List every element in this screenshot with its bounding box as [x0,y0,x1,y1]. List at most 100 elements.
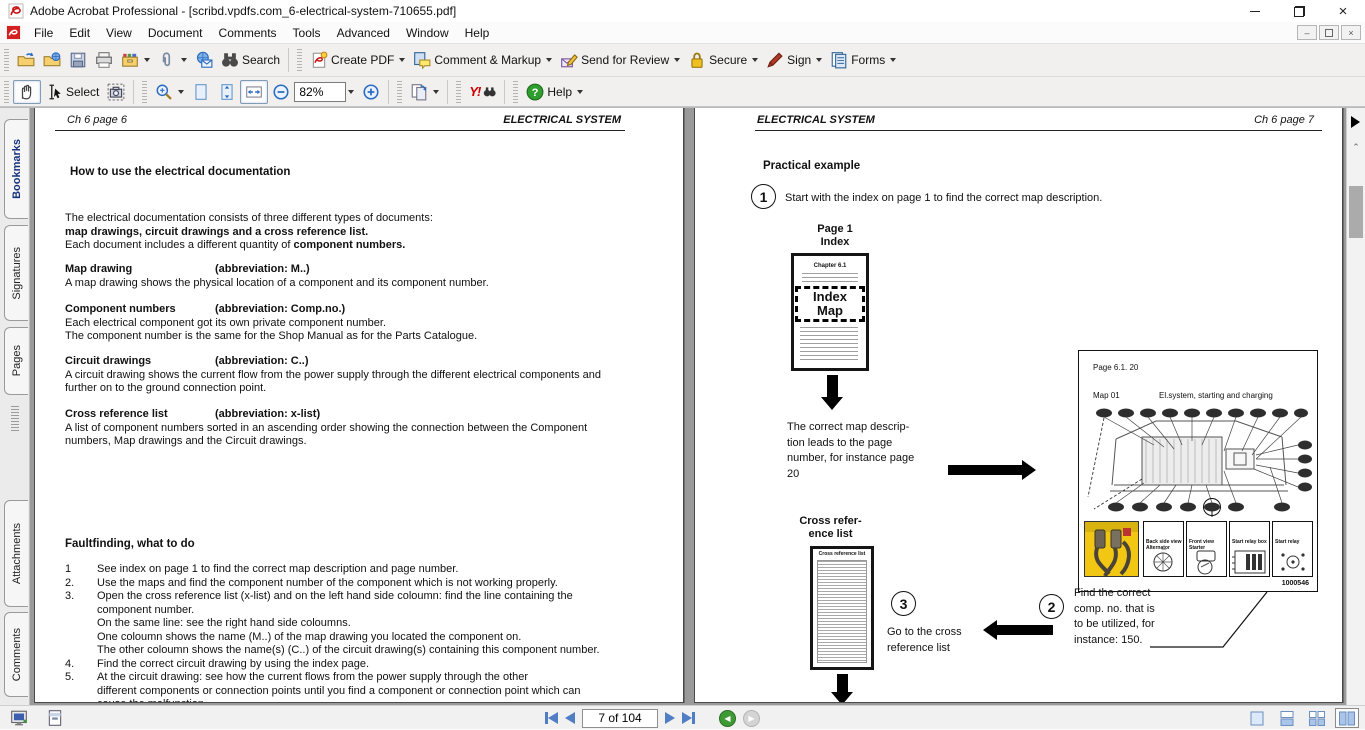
sign-button[interactable]: Sign [762,49,826,71]
component-photo [1084,521,1139,577]
figure-number: 1000546 [1282,580,1309,587]
first-page-button[interactable] [545,712,558,724]
help-button[interactable]: ?Help [522,81,587,103]
magnifier-plus-icon [155,83,173,101]
forms-label: Forms [851,53,885,67]
scrollbar-thumb[interactable] [1349,186,1363,238]
toolbar-grip[interactable] [456,81,461,103]
printer-icon [95,51,113,69]
tab-signatures[interactable]: Signatures [4,225,28,321]
toolbar-grip[interactable] [513,81,518,103]
menu-view[interactable]: View [98,23,140,43]
zoom-in-button[interactable] [358,81,384,103]
reading-mode-icon[interactable] [10,709,28,727]
status-bar: ◀ ▶ [0,705,1365,729]
menu-edit[interactable]: Edit [61,23,98,43]
hand-tool-button[interactable] [13,80,41,104]
yahoo-search-button[interactable]: Y! [465,82,500,101]
single-page-layout-button[interactable] [1245,708,1269,728]
toolbar-grip[interactable] [297,49,302,71]
index-thumb-label: Page 1 Index [790,223,880,249]
fit-page-button[interactable] [188,81,214,103]
vertical-scrollbar[interactable]: ⌃ [1346,108,1365,705]
facing-layout-button[interactable] [1335,708,1359,728]
file-toolbar: Search Create PDF Comment & Markup Send … [0,44,1365,77]
menu-document[interactable]: Document [140,23,211,43]
restore-button[interactable] [1277,0,1321,22]
print-button[interactable] [91,49,117,71]
camera-icon [107,83,125,101]
faultfinding-title: Faultfinding, what to do [65,538,195,550]
attach-button[interactable] [154,49,191,71]
open-button[interactable] [13,49,39,71]
tab-attachments[interactable]: Attachments [4,500,28,607]
document-area[interactable]: Ch 6 page 6 ELECTRICAL SYSTEM How to use… [30,108,1346,705]
minimize-button[interactable] [1233,0,1277,22]
select-tool-button[interactable]: Select [41,81,103,103]
open-web-button[interactable] [39,49,65,71]
tab-comments-label: Comments [11,628,23,681]
menu-help[interactable]: Help [457,23,498,43]
save-button[interactable] [65,49,91,71]
dropdown-arrow-icon [890,58,896,62]
forms-button[interactable]: Forms [826,49,900,71]
next-page-button[interactable] [665,712,675,724]
previous-view-button[interactable]: ◀ [719,710,736,727]
dropdown-arrow-icon [546,58,552,62]
organizer-button[interactable] [117,49,154,71]
header-rule [755,130,1322,131]
lock-icon [688,51,706,69]
send-for-review-button[interactable]: Send for Review [556,49,684,71]
tab-pages[interactable]: Pages [4,327,28,395]
toolbar-grip[interactable] [397,81,402,103]
next-view-button[interactable]: ▶ [743,710,760,727]
toolbar-grip[interactable] [4,49,9,71]
close-button[interactable]: × [1321,0,1365,22]
comment-markup-button[interactable]: Comment & Markup [409,49,556,71]
continuous-facing-layout-button[interactable] [1305,708,1329,728]
zoom-dropdown-arrow-icon[interactable] [348,90,354,94]
toolbar-grip[interactable] [4,81,9,103]
menu-tools[interactable]: Tools [285,23,329,43]
section-title: How to use the electrical documentation [70,166,290,178]
tab-comments[interactable]: Comments [4,612,28,697]
previous-page-button[interactable] [565,712,575,724]
toolbar-grip[interactable] [142,81,147,103]
toolbar-separator [504,80,505,104]
menu-window[interactable]: Window [398,23,457,43]
arrow-right-icon [948,460,1036,480]
tab-bookmarks[interactable]: Bookmarks [4,119,28,219]
fit-width-button[interactable] [240,80,268,104]
doc-minimize-button[interactable]: – [1297,25,1317,40]
menu-advanced[interactable]: Advanced [329,23,398,43]
secure-button[interactable]: Secure [684,49,762,71]
doc-restore-button[interactable] [1319,25,1339,40]
scroll-up-icon[interactable]: ⌃ [1347,142,1365,153]
tab-pages-label: Pages [11,345,23,376]
menu-comments[interactable]: Comments [211,23,285,43]
step-3-text: Go to the cross reference list [887,625,962,656]
panel-start-relay-box: Start relay box [1229,521,1270,577]
snapshot-tool-button[interactable] [103,81,129,103]
intro-paragraph: The electrical documentation consists of… [65,212,638,253]
zoom-out-button[interactable] [268,81,294,103]
doc-close-button[interactable]: × [1341,25,1361,40]
zoom-level-input[interactable] [294,82,346,102]
continuous-layout-button[interactable] [1275,708,1299,728]
step-3-badge: 3 [891,591,916,616]
pane-resize-grip[interactable] [11,406,19,432]
show-pane-arrow-icon[interactable] [1351,116,1360,128]
pages-arrow-icon [410,83,428,101]
zoom-tool-button[interactable] [151,81,188,103]
create-pdf-button[interactable]: Create PDF [306,49,409,71]
menu-file[interactable]: File [26,23,61,43]
page-size-icon[interactable] [46,709,64,727]
plus-circle-icon [362,83,380,101]
page-indicator-input[interactable] [582,709,658,728]
email-button[interactable] [191,49,217,71]
page-navigation-button[interactable] [406,81,443,103]
list-item: 1See index on page 1 to find the correct… [65,563,648,577]
last-page-button[interactable] [682,712,695,724]
search-button[interactable]: Search [217,49,284,71]
fit-height-button[interactable] [214,81,240,103]
